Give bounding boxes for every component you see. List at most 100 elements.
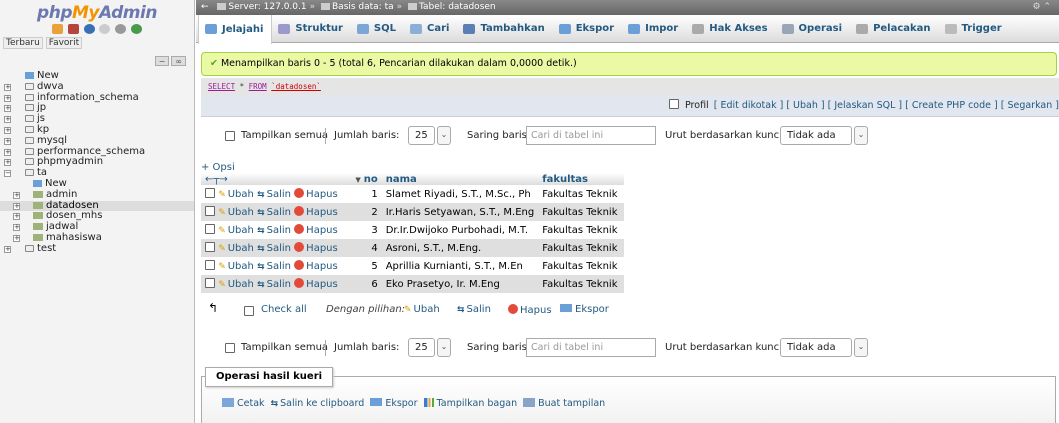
cell-no[interactable]: 1 [341,185,382,203]
expand-icon[interactable]: + [13,213,20,221]
bulk-delete-button[interactable]: Hapus [508,304,552,316]
row-delete-button[interactable]: Hapus [294,188,338,200]
rows-select[interactable]: 25 [408,338,435,357]
export-link[interactable]: Ekspor [370,398,418,409]
sort-select-chevron-icon[interactable]: ⌄ [854,338,868,357]
row-delete-button[interactable]: Hapus [294,260,338,272]
tree-table-dosen_mhs[interactable]: + dosen_mhs [0,210,194,222]
expand-icon[interactable]: + [4,245,11,253]
tree-db-test[interactable]: + test [0,243,194,255]
tab-tambahkan[interactable]: Tambahkan [457,15,552,43]
cell-no[interactable]: 3 [341,221,382,239]
tree-db-jp[interactable]: + jp [0,102,194,114]
cell-fakultas[interactable]: Fakultas Teknik [538,185,625,203]
row-copy-button[interactable]: ⇆ Salin [257,207,291,218]
row-edit-button[interactable]: ✎ Ubah [218,189,254,200]
tab-hak-akses[interactable]: Hak Akses [686,15,775,43]
expand-icon[interactable]: + [13,234,20,242]
options-link[interactable]: + Opsi [201,162,235,173]
show-all-checkbox[interactable] [225,343,235,353]
tab-impor[interactable]: Impor [622,15,686,43]
cell-nama[interactable]: Eko Prasetyo, Ir. M.Eng [381,275,539,293]
phpmyadmin-logo[interactable]: phpMyAdmin [0,0,194,24]
collapse-icon[interactable]: − [4,170,11,178]
cell-no[interactable]: 5 [341,257,382,275]
row-edit-button[interactable]: ✎ Ubah [218,207,254,218]
rows-select[interactable]: 25 [408,126,435,145]
tab-trigger[interactable]: Trigger [939,15,1010,43]
tree-db-phpmyadmin[interactable]: + phpmyadmin [0,156,194,168]
show-all-checkbox[interactable] [225,131,235,141]
row-copy-button[interactable]: ⇆ Salin [257,243,291,254]
expand-icon[interactable]: + [4,159,11,167]
cell-nama[interactable]: Aprillia Kurnianti, S.T., M.En [381,257,539,275]
cell-nama[interactable]: Ir.Haris Setyawan, S.T., M.Eng [381,203,539,221]
profil-checkbox[interactable] [668,99,679,109]
check-all-label[interactable]: Check all [261,304,307,315]
cell-fakultas[interactable]: Fakultas Teknik [538,239,625,257]
tree-new-item[interactable]: New [0,70,194,82]
collapse-all-icon[interactable]: − [154,56,170,66]
tab-operasi[interactable]: Operasi [776,15,851,43]
row-delete-button[interactable]: Hapus [294,242,338,254]
cell-no[interactable]: 4 [341,239,382,257]
column-toggle-arrows[interactable]: ←┬→ [201,173,342,185]
expand-icon[interactable]: + [4,126,11,134]
row-delete-button[interactable]: Hapus [294,206,338,218]
copy-clipboard-link[interactable]: ⇆ Salin ke clipboard [271,398,365,409]
cell-no[interactable]: 2 [341,203,382,221]
cell-fakultas[interactable]: Fakultas Teknik [538,275,625,293]
tree-db-kp[interactable]: + kp [0,124,194,136]
cell-nama[interactable]: Slamet Riyadi, S.T., M.Sc., Ph [381,185,539,203]
tab-jelajahi[interactable]: Jelajahi [198,14,273,44]
tab-recent[interactable]: Terbaru [3,37,43,49]
tree-db-js[interactable]: + js [0,113,194,125]
tree-db-ta[interactable]: − ta [0,167,194,179]
expand-icon[interactable]: + [4,94,11,102]
row-copy-button[interactable]: ⇆ Salin [257,225,291,236]
row-delete-button[interactable]: Hapus [294,278,338,290]
tab-cari[interactable]: Cari [404,15,457,43]
home-icon[interactable] [51,24,63,34]
row-checkbox[interactable] [205,260,215,270]
row-checkbox[interactable] [205,188,215,198]
row-delete-button[interactable]: Hapus [294,224,338,236]
sort-select[interactable]: Tidak ada [780,126,852,145]
row-edit-button[interactable]: ✎ Ubah [218,243,254,254]
logout-icon[interactable] [67,24,79,34]
row-checkbox[interactable] [205,206,215,216]
row-edit-button[interactable]: ✎ Ubah [218,261,254,272]
breadcrumb-server[interactable]: Server: 127.0.0.1 [228,2,306,12]
tab-favorites[interactable]: Favorit [45,37,83,49]
bulk-copy-button[interactable]: ⇆ Salin [457,304,491,315]
bulk-edit-button[interactable]: ✎ Ubah [404,304,440,315]
tab-pelacakan[interactable]: Pelacakan [850,15,938,43]
tab-ekspor[interactable]: Ekspor [553,15,622,43]
row-checkbox[interactable] [205,242,215,252]
expand-icon[interactable]: + [13,191,20,199]
cell-no[interactable]: 6 [341,275,382,293]
rows-select-chevron-icon[interactable]: ⌄ [437,338,451,357]
display-chart-link[interactable]: Tampilkan bagan [423,398,517,409]
tab-struktur[interactable]: Struktur [272,15,351,43]
breadcrumb-table[interactable]: Tabel: datadosen [419,2,496,12]
rows-select-chevron-icon[interactable]: ⌄ [437,126,451,145]
cell-fakultas[interactable]: Fakultas Teknik [538,203,625,221]
bulk-export-button[interactable]: Ekspor [560,304,609,315]
help-icon[interactable] [83,24,95,34]
column-header-nama[interactable]: nama [381,173,539,185]
filter-input[interactable]: Cari di tabel ini [526,338,656,357]
row-copy-button[interactable]: ⇆ Salin [257,261,291,272]
back-arrow-icon[interactable]: ← [201,2,209,12]
cell-fakultas[interactable]: Fakultas Teknik [538,257,625,275]
sql-table-name[interactable]: `datadosen` [271,82,321,91]
row-checkbox[interactable] [205,278,215,288]
sort-select-chevron-icon[interactable]: ⌄ [854,126,868,145]
row-copy-button[interactable]: ⇆ Salin [257,189,291,200]
column-header-no[interactable]: ▼ no [341,173,382,185]
row-edit-button[interactable]: ✎ Ubah [218,225,254,236]
row-edit-button[interactable]: ✎ Ubah [218,279,254,290]
sql-keyword-select[interactable]: SELECT [208,82,235,91]
reload-icon[interactable] [131,24,143,34]
cell-nama[interactable]: Dr.Ir.Dwijoko Purbohadi, M.T. [381,221,539,239]
